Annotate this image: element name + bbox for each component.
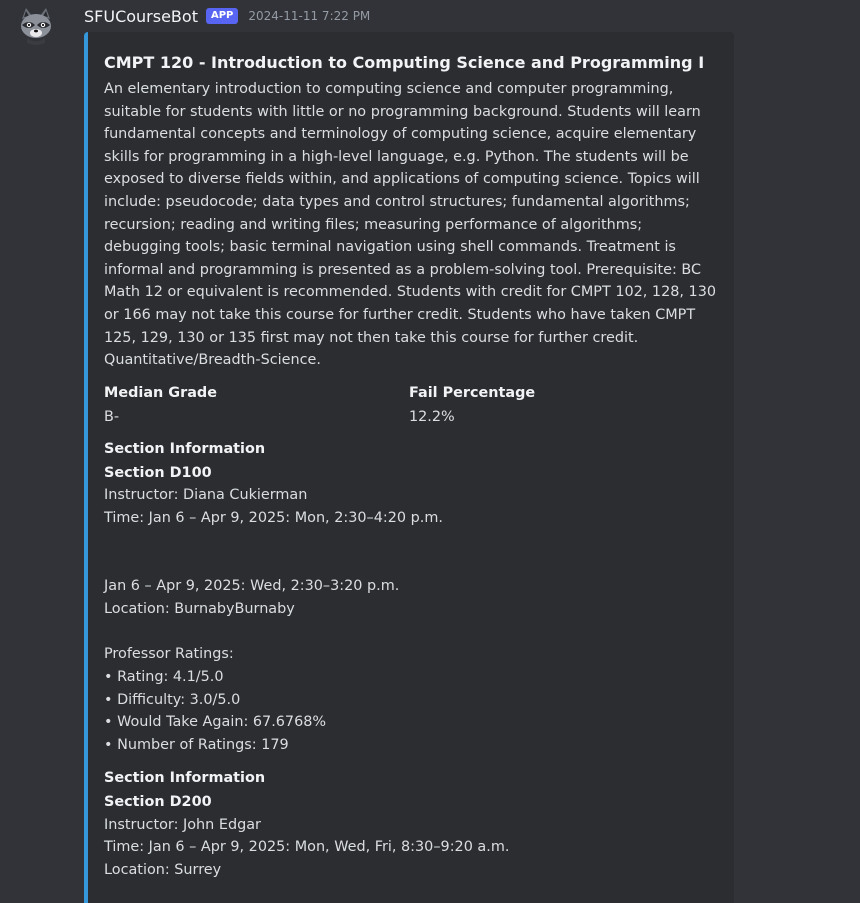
course-embed: CMPT 120 - Introduction to Computing Sci…	[84, 32, 734, 903]
section-body: Instructor: Diana Cukierman Time: Jan 6 …	[104, 487, 443, 754]
section-info-d200: Section Information Section D200 Instruc…	[104, 767, 718, 882]
username[interactable]: SFUCourseBot	[84, 7, 198, 26]
field-value: B-	[104, 408, 120, 425]
raccoon-avatar-icon	[16, 5, 56, 45]
embed-title: CMPT 120 - Introduction to Computing Sci…	[104, 53, 705, 72]
embed-fields: Median Grade B- Fail Percentage 12.2%	[104, 382, 718, 428]
section-code: Section D200	[104, 793, 212, 810]
field-fail-percentage: Fail Percentage 12.2%	[409, 382, 714, 428]
field-median-grade: Median Grade B-	[104, 382, 409, 428]
section-heading: Section Information	[104, 440, 266, 457]
section-info-d100: Section Information Section D100 Instruc…	[104, 438, 718, 757]
field-name: Fail Percentage	[409, 384, 536, 401]
message-timestamp[interactable]: 2024-11-11 7:22 PM	[248, 9, 370, 23]
field-name: Median Grade	[104, 384, 217, 401]
section-body: Instructor: John Edgar Time: Jan 6 – Apr…	[104, 816, 510, 878]
section-heading: Section Information	[104, 769, 266, 786]
app-badge: APP	[205, 8, 239, 24]
section-details: Section D200 Instructor: John Edgar Time…	[104, 791, 718, 882]
section-details: Section D100 Instructor: Diana Cukierman…	[104, 462, 718, 757]
embed-description: An elementary introduction to computing …	[104, 81, 721, 369]
field-value: 12.2%	[409, 408, 455, 425]
message-header: SFUCourseBot APP 2024-11-11 7:22 PM	[84, 5, 370, 27]
section-code: Section D100	[104, 464, 212, 481]
bot-avatar[interactable]	[16, 5, 56, 45]
